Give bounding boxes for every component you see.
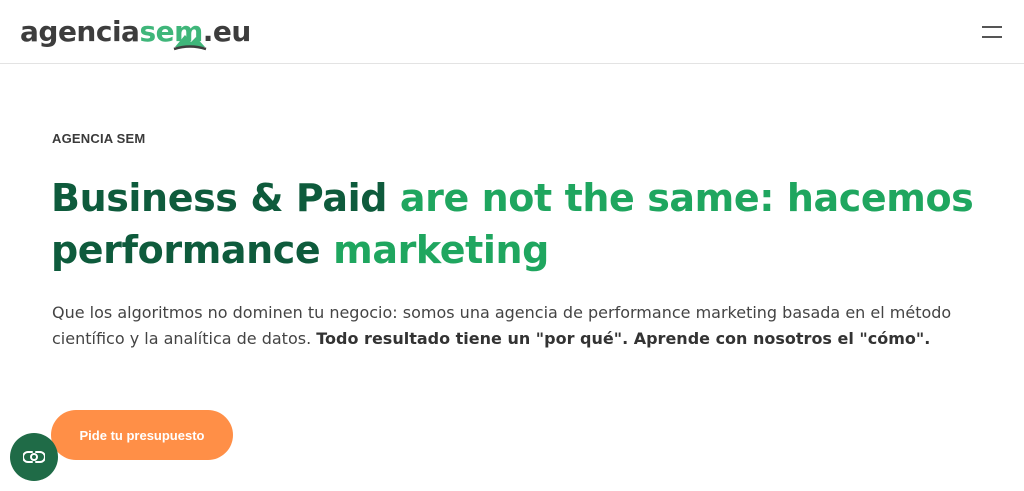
- headline-dark-part: Business & Paid: [51, 176, 400, 220]
- cookie-settings-glyph: [23, 451, 45, 463]
- site-header: agenciasem .eu: [0, 0, 1024, 64]
- menu-line-top: [982, 26, 1002, 28]
- lead-bold-text: Todo resultado tiene un "por qué". Apren…: [316, 329, 931, 348]
- headline-green-part-2: marketing: [333, 228, 549, 272]
- logo-text-agencia: agencia: [20, 15, 140, 48]
- headline-green-part: are not the same: hacemos: [399, 176, 974, 220]
- hero-lead-paragraph: Que los algoritmos no dominen tu negocio…: [52, 300, 952, 352]
- hamburger-menu-icon[interactable]: [978, 22, 1004, 42]
- hero-eyebrow: AGENCIA SEM: [52, 131, 146, 146]
- cookie-consent-icon[interactable]: [10, 433, 58, 481]
- hero-headline: Business & Paid are not the same: hacemo…: [51, 172, 991, 276]
- request-quote-button[interactable]: Pide tu presupuesto: [51, 410, 233, 460]
- logo-text-eu: .eu: [202, 15, 252, 48]
- headline-dark-part-2: performance: [51, 228, 334, 272]
- menu-line-bottom: [982, 36, 1002, 38]
- site-logo[interactable]: agenciasem .eu: [20, 12, 251, 52]
- mountain-logo-icon: [173, 35, 207, 51]
- logo-text-sem: sem: [139, 15, 207, 51]
